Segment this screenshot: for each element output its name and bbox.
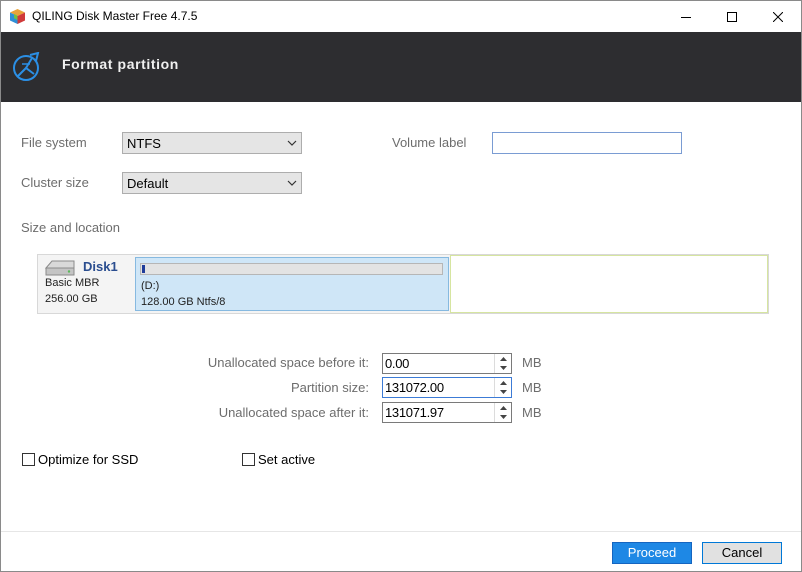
partition-usage-fill: [142, 265, 145, 273]
before-space-spinbox[interactable]: 0.00: [382, 353, 512, 374]
disk-tool-icon: [13, 52, 40, 81]
increment-button[interactable]: [495, 354, 511, 363]
format-partition-window: QILING Disk Master Free 4.7.5 Format par…: [0, 0, 802, 572]
app-cube-icon: [10, 9, 25, 24]
partition-letter: (D:): [141, 280, 160, 292]
cluster-size-dropdown[interactable]: Default: [122, 172, 302, 194]
disk-size: 256.00 GB: [45, 293, 98, 305]
disk-type: Basic MBR: [45, 277, 100, 289]
triangle-down-icon: [499, 389, 507, 394]
optimize-ssd-option[interactable]: Optimize for SSD: [22, 452, 138, 467]
hard-disk-icon: [44, 260, 75, 276]
partition-size-unit: MB: [522, 380, 542, 395]
cluster-size-label: Cluster size: [21, 175, 89, 190]
after-space-spinbox[interactable]: 131071.97: [382, 402, 512, 423]
proceed-button[interactable]: Proceed: [612, 542, 692, 564]
maximize-icon: [727, 11, 737, 22]
minimize-icon: [681, 16, 691, 18]
increment-button[interactable]: [495, 378, 511, 387]
triangle-down-icon: [499, 414, 507, 419]
after-space-stepper[interactable]: [494, 403, 511, 422]
maximize-button[interactable]: [709, 1, 755, 32]
partition-size-stepper[interactable]: [494, 378, 511, 397]
dialog-header: Format partition: [1, 32, 801, 102]
decrement-button[interactable]: [495, 363, 511, 372]
chevron-down-icon: [287, 180, 297, 186]
volume-label-label: Volume label: [392, 135, 467, 150]
window-title: QILING Disk Master Free 4.7.5: [32, 9, 198, 23]
cancel-button[interactable]: Cancel: [702, 542, 782, 564]
close-icon: [773, 11, 783, 22]
partition-size-value: 131072.00: [385, 380, 444, 395]
before-space-unit: MB: [522, 355, 542, 370]
set-active-option[interactable]: Set active: [242, 452, 315, 467]
before-space-value: 0.00: [385, 356, 410, 371]
decrement-button[interactable]: [495, 412, 511, 421]
before-space-stepper[interactable]: [494, 354, 511, 373]
optimize-ssd-checkbox[interactable]: [22, 453, 35, 466]
after-space-label: Unallocated space after it:: [218, 405, 369, 420]
file-system-value: NTFS: [127, 136, 161, 151]
after-space-unit: MB: [522, 405, 542, 420]
disk-map: Disk1 Basic MBR 256.00 GB (D:) 128.00 GB…: [37, 254, 769, 314]
cluster-size-value: Default: [127, 176, 169, 191]
title-bar: QILING Disk Master Free 4.7.5: [1, 1, 801, 32]
close-button[interactable]: [755, 1, 801, 32]
partition-detail: 128.00 GB Ntfs/8: [141, 296, 226, 308]
optimize-ssd-label: Optimize for SSD: [38, 452, 139, 467]
before-space-label: Unallocated space before it:: [207, 355, 369, 370]
chevron-down-icon: [287, 140, 297, 146]
size-location-label: Size and location: [21, 220, 121, 235]
after-space-value: 131071.97: [385, 405, 444, 420]
file-system-label: File system: [21, 135, 87, 150]
triangle-up-icon: [499, 380, 507, 385]
partition-size-label: Partition size:: [290, 380, 369, 395]
increment-button[interactable]: [495, 403, 511, 412]
partition-size-spinbox[interactable]: 131072.00: [382, 377, 512, 398]
file-system-dropdown[interactable]: NTFS: [122, 132, 302, 154]
dialog-title: Format partition: [62, 56, 179, 72]
decrement-button[interactable]: [495, 387, 511, 396]
partition-block-selected[interactable]: (D:) 128.00 GB Ntfs/8: [135, 257, 449, 311]
set-active-label: Set active: [258, 452, 316, 467]
disk-name: Disk1: [83, 259, 118, 274]
minimize-button[interactable]: [663, 1, 709, 32]
disk-info[interactable]: Disk1 Basic MBR 256.00 GB: [38, 255, 134, 313]
triangle-down-icon: [499, 365, 507, 370]
triangle-up-icon: [499, 405, 507, 410]
footer-divider: [1, 531, 801, 532]
unallocated-area[interactable]: [450, 255, 768, 313]
set-active-checkbox[interactable]: [242, 453, 255, 466]
volume-label-input[interactable]: [492, 132, 682, 154]
triangle-up-icon: [499, 356, 507, 361]
partition-usage-bar: [140, 263, 443, 275]
